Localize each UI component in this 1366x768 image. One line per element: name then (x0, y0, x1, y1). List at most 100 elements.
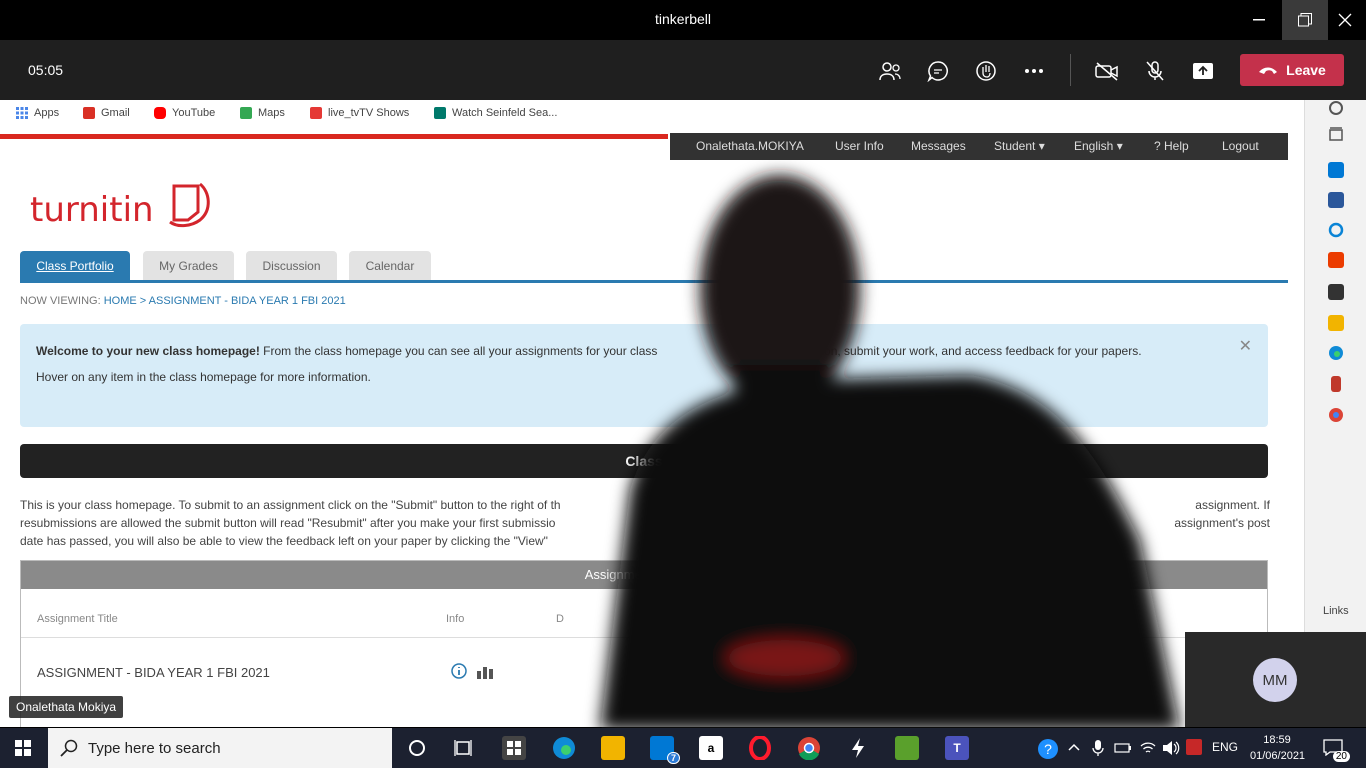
edge-taskbar-icon[interactable] (552, 736, 576, 760)
turnitin-logo: turnitin (30, 190, 154, 230)
stats-icon[interactable] (477, 665, 493, 679)
bookmark-maps[interactable]: Maps (240, 107, 285, 119)
opera-icon[interactable] (748, 736, 772, 760)
nav-student[interactable]: Student ▾ (994, 139, 1045, 153)
share-screen-button[interactable] (1188, 56, 1218, 86)
restore-icon (1298, 13, 1312, 27)
windows-start-icon[interactable] (15, 740, 31, 756)
share-icon (1193, 63, 1213, 79)
participants-button[interactable] (875, 56, 905, 86)
volume-icon[interactable] (1162, 740, 1180, 756)
avatar: MM (1253, 658, 1297, 702)
tab-calendar[interactable]: Calendar (349, 251, 431, 281)
system-clock[interactable]: 18:59 01/06/2021 (1250, 732, 1305, 764)
battery-icon[interactable] (1114, 741, 1132, 755)
app-icon[interactable] (1331, 376, 1341, 392)
chevron-up-icon[interactable] (1068, 742, 1080, 752)
mail-icon[interactable]: 7 (650, 736, 680, 764)
file-explorer-icon[interactable] (601, 736, 625, 760)
tab-discussion[interactable]: Discussion (246, 251, 337, 281)
panel-icon[interactable] (1328, 127, 1344, 143)
antivirus-tray-icon[interactable] (1186, 739, 1202, 755)
chat-button[interactable] (923, 56, 953, 86)
cortana-icon[interactable] (1328, 222, 1344, 238)
cortana-circle-icon[interactable] (405, 736, 429, 760)
store-icon[interactable] (1328, 284, 1344, 300)
meeting-timer: 05:05 (28, 62, 64, 78)
raise-hand-icon (976, 61, 996, 81)
camera-toggle-button[interactable] (1092, 56, 1122, 86)
nav-user-info[interactable]: User Info (835, 139, 884, 153)
edge-icon[interactable] (1328, 345, 1344, 361)
close-icon (1338, 13, 1352, 27)
info-icon[interactable] (451, 663, 467, 679)
leave-button[interactable]: Leave (1240, 54, 1344, 86)
col-assignment-title: Assignment Title (37, 613, 118, 625)
phone-hangup-icon (1259, 67, 1278, 74)
mic-toggle-button[interactable] (1140, 56, 1170, 86)
breadcrumb-path[interactable]: HOME > ASSIGNMENT - BIDA YEAR 1 FBI 2021 (104, 295, 346, 307)
youtube-icon (154, 107, 166, 119)
toolbar-divider (1070, 54, 1071, 86)
chrome-icon[interactable] (1328, 407, 1344, 423)
turnitin-header-stripe (0, 134, 668, 139)
bookmark-gmail[interactable]: Gmail (83, 107, 130, 119)
participant-tile[interactable]: MM (1185, 632, 1366, 727)
nav-help[interactable]: ? Help (1154, 139, 1189, 153)
bookmark-youtube[interactable]: YouTube (154, 107, 215, 119)
maps-icon (240, 107, 252, 119)
wifi-icon[interactable] (1140, 740, 1156, 756)
mic-off-icon (1146, 61, 1164, 81)
bookmark-apps[interactable]: Apps (16, 107, 59, 119)
breadcrumb: NOW VIEWING: HOME > ASSIGNMENT - BIDA YE… (20, 295, 346, 307)
close-window-button[interactable] (1322, 0, 1366, 40)
tab-class-portfolio[interactable]: Class Portfolio (20, 251, 130, 281)
nav-logout[interactable]: Logout (1222, 139, 1259, 153)
svg-text:?: ? (1044, 741, 1052, 757)
search-placeholder: Type here to search (88, 739, 221, 757)
notification-count: 20 (1332, 751, 1350, 762)
task-view-icon[interactable] (452, 736, 476, 760)
raise-hand-button[interactable] (971, 56, 1001, 86)
nav-messages[interactable]: Messages (911, 139, 966, 153)
help-icon[interactable]: ? (1037, 738, 1059, 760)
turnitin-logo-icon (169, 182, 210, 228)
people-icon (879, 62, 901, 81)
bookmark-tv-shows[interactable]: live_tvTV Shows (310, 107, 409, 119)
teams-icon[interactable]: T (945, 736, 969, 760)
more-options-button[interactable] (1019, 56, 1049, 86)
speaker-name-label: Onalethata Mokiya (9, 696, 124, 718)
lightning-app-icon[interactable] (846, 736, 870, 760)
notification-center-button[interactable]: 20 (1322, 738, 1350, 762)
nav-english[interactable]: English ▾ (1074, 139, 1123, 153)
speaker-video (600, 175, 1180, 730)
close-banner-icon[interactable]: ✕ (1239, 338, 1252, 356)
microphone-icon[interactable] (1092, 739, 1104, 757)
bag-icon (507, 741, 521, 755)
store-taskbar-icon[interactable] (502, 736, 526, 760)
office-icon[interactable] (1328, 252, 1344, 268)
sidebar-links-label[interactable]: Links (1323, 605, 1349, 617)
circle-icon[interactable] (1328, 100, 1344, 116)
minimize-button[interactable] (1236, 0, 1282, 40)
folder-icon[interactable] (1328, 315, 1344, 331)
taskbar-search-box[interactable]: Type here to search (48, 728, 392, 768)
language-indicator[interactable]: ENG (1212, 740, 1238, 754)
outlook-icon[interactable] (1328, 162, 1344, 178)
bookmark-seinfeld[interactable]: Watch Seinfeld Sea... (434, 107, 557, 119)
nav-username[interactable]: Onalethata.MOKIYA (696, 139, 804, 153)
leave-label: Leave (1286, 62, 1326, 78)
tv-icon (310, 107, 322, 119)
more-icon (1025, 69, 1043, 73)
col-info: Info (446, 613, 465, 625)
amazon-icon[interactable]: a (699, 736, 723, 760)
bluestacks-icon[interactable] (895, 736, 919, 760)
taskbar: Type here to search 7 a T ? ENG 18:59 01… (0, 728, 1366, 768)
tab-my-grades[interactable]: My Grades (143, 251, 234, 281)
mail-badge: 7 (666, 752, 680, 764)
word-icon[interactable] (1328, 192, 1344, 208)
turnitin-top-nav: Onalethata.MOKIYA User Info Messages Stu… (670, 133, 1288, 160)
chrome-taskbar-icon[interactable] (797, 736, 821, 760)
bookmarks-bar: Apps Gmail YouTube Maps live_tvTV Shows … (0, 100, 1304, 128)
minimize-icon (1253, 19, 1265, 21)
